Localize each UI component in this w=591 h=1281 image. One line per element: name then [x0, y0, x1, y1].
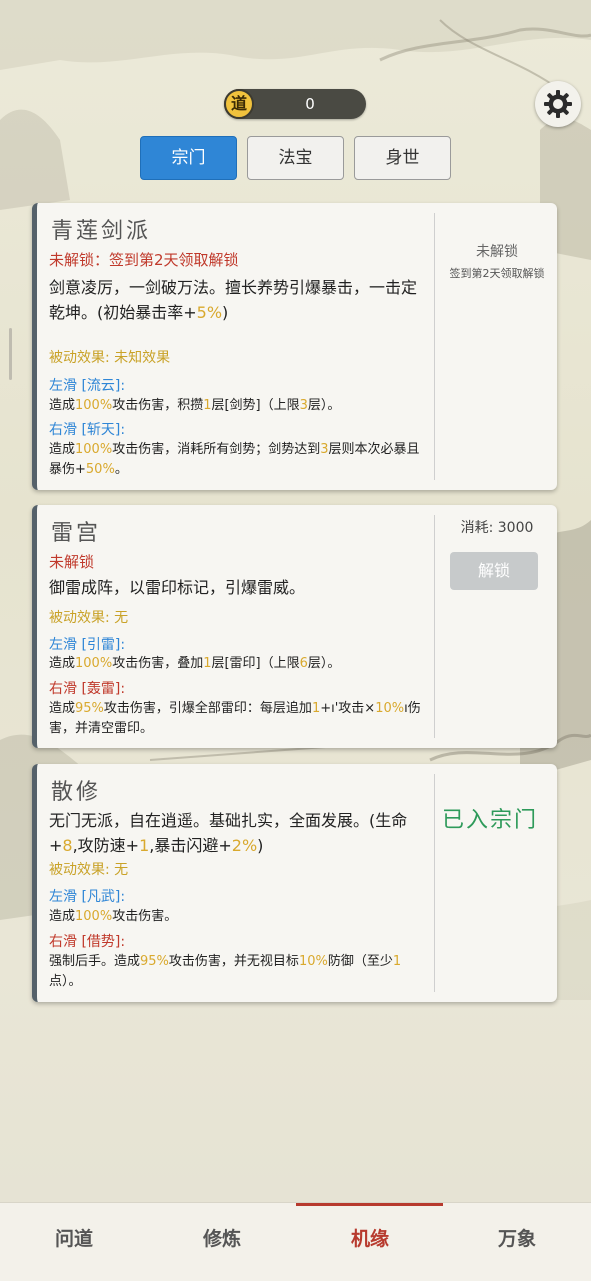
side-unlock-note: 签到第2天领取解锁	[449, 267, 545, 280]
sect-card-leigong[interactable]: 雷宫 未解锁 御雷成阵，以雷印标记，引爆雷威。 被动效果: 无 左滑 [引雷]:…	[32, 505, 557, 748]
dao-currency-display: 道 0	[224, 89, 366, 119]
sect-title: 雷宫	[51, 521, 102, 546]
tab-origin[interactable]: 身世	[354, 136, 451, 180]
left-swipe-skill: 左滑 [凡武]:	[49, 889, 126, 905]
sect-description: 无门无派，自在逍遥。基础扎实，全面发展。(生命+8,攻防速+1,暴击闪避+2%)	[49, 811, 408, 855]
passive-effect: 被动效果: 无	[49, 610, 129, 626]
passive-effect: 被动效果: 无	[49, 862, 129, 878]
sect-description: 剑意凌厉，一剑破万法。擅长养势引爆暴击，一击定乾坤。(初始暴击率+5%)	[49, 278, 418, 322]
right-swipe-skill: 右滑 [斩天]:	[49, 422, 126, 438]
right-skill-desc: 强制后手。造成95%攻击伤害，并无视目标10%防御（至少1点）。	[49, 954, 402, 989]
gear-icon	[544, 90, 572, 118]
sect-title: 散修	[51, 780, 102, 805]
left-swipe-skill: 左滑 [流云]:	[49, 378, 126, 394]
left-skill-desc: 造成100%攻击伤害，积攒1层[剑势]（上限3层）。	[49, 398, 341, 413]
nav-jiyuan[interactable]: 机缘	[296, 1203, 444, 1281]
nav-xiulian[interactable]: 修炼	[148, 1203, 296, 1281]
unlock-button[interactable]: 解锁	[450, 552, 538, 590]
right-swipe-skill: 右滑 [借势]:	[49, 934, 126, 950]
settings-button[interactable]	[535, 81, 581, 127]
unlock-cost: 消耗: 3000	[460, 520, 534, 536]
dao-value: 0	[305, 95, 315, 113]
left-skill-desc: 造成100%攻击伤害，叠加1层[雷印]（上限6层）。	[49, 656, 341, 671]
bottom-navigation: 问道 修炼 机缘 万象	[0, 1202, 591, 1281]
right-swipe-skill: 右滑 [轰雷]:	[49, 681, 126, 697]
dao-icon: 道	[224, 89, 254, 119]
unlock-status: 未解锁：签到第2天领取解锁	[49, 251, 239, 269]
right-skill-desc: 造成100%攻击伤害，消耗所有剑势；剑势达到3层则本次必暴且暴伤+50%。	[49, 442, 420, 477]
sect-title: 青莲剑派	[51, 219, 152, 244]
side-status: 未解锁	[476, 244, 518, 260]
nav-wendao[interactable]: 问道	[0, 1203, 148, 1281]
card-divider	[434, 515, 435, 738]
passive-effect: 被动效果: 未知效果	[49, 350, 171, 366]
left-skill-desc: 造成100%攻击伤害。	[49, 909, 178, 924]
sect-card-sanxiu[interactable]: 散修 无门无派，自在逍遥。基础扎实，全面发展。(生命+8,攻防速+1,暴击闪避+…	[32, 764, 557, 1002]
scroll-indicator[interactable]	[9, 328, 12, 380]
unlock-status: 未解锁	[49, 553, 95, 571]
sect-description: 御雷成阵，以雷印标记，引爆雷威。	[49, 578, 306, 597]
nav-wanxiang[interactable]: 万象	[443, 1203, 591, 1281]
left-swipe-skill: 左滑 [引雷]:	[49, 637, 126, 653]
card-divider	[434, 213, 435, 480]
tab-treasure[interactable]: 法宝	[247, 136, 344, 180]
tab-sect[interactable]: 宗门	[140, 136, 237, 180]
right-skill-desc: 造成95%攻击伤害，引爆全部雷印：每层追加1+ı'攻击×10%ı伤害，并清空雷印…	[49, 701, 421, 736]
joined-sect-label: 已入宗门	[442, 808, 539, 833]
sect-card-qinglian[interactable]: 青莲剑派 未解锁：签到第2天领取解锁 剑意凌厉，一剑破万法。擅长养势引爆暴击，一…	[32, 203, 557, 490]
card-divider	[434, 774, 435, 992]
